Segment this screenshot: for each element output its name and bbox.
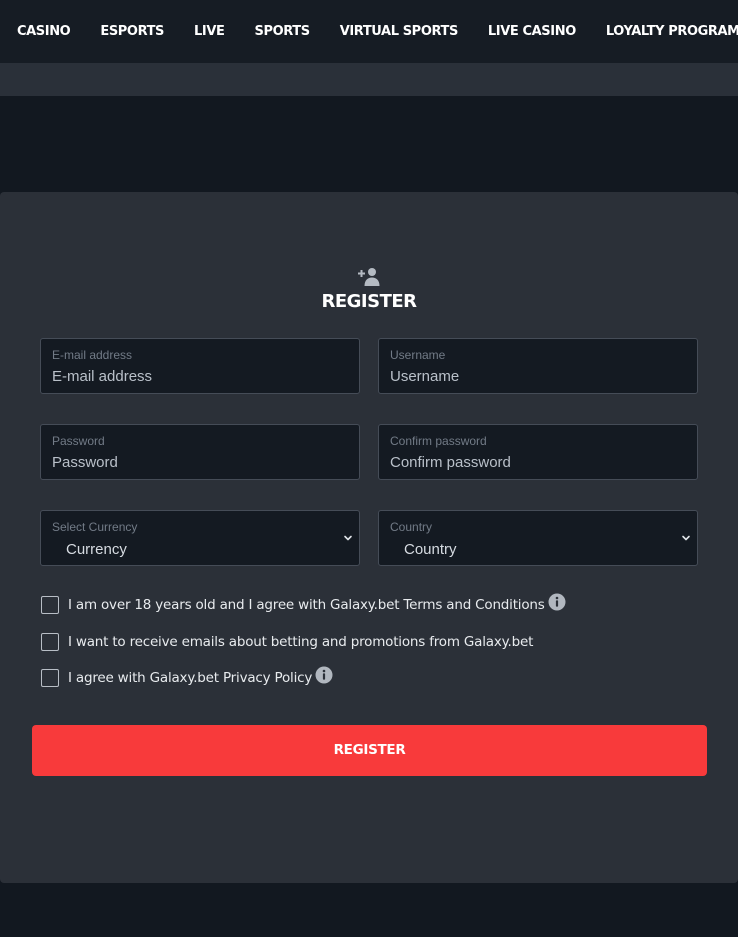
age-terms-row: I am over 18 years old and I agree with … xyxy=(41,593,566,614)
password-field-placeholder: Password xyxy=(52,454,118,471)
nav-item-esports[interactable]: ESPORTS xyxy=(100,24,164,39)
nav-item-live-casino[interactable]: LIVE CASINO xyxy=(488,24,576,39)
currency-select-label: Select Currency xyxy=(52,520,138,534)
privacy-row: I agree with Galaxy.bet Privacy Policy xyxy=(41,666,333,687)
nav-item-sports[interactable]: SPORTS xyxy=(255,24,311,39)
email-field-label: E-mail address xyxy=(52,348,133,362)
info-icon[interactable] xyxy=(548,593,566,611)
country-select-label: Country xyxy=(390,520,433,534)
age-terms-checkbox[interactable] xyxy=(41,596,59,614)
nav-item-casino[interactable]: CASINO xyxy=(17,24,71,39)
register-button[interactable]: REGISTER xyxy=(32,725,707,776)
confirm-password-field-label: Confirm password xyxy=(390,434,487,448)
register-title: REGISTER xyxy=(321,291,417,312)
username-field-label: Username xyxy=(390,348,446,362)
emails-label: I want to receive emails about betting a… xyxy=(68,634,534,650)
password-field-label: Password xyxy=(52,434,105,448)
privacy-checkbox[interactable] xyxy=(41,669,59,687)
currency-select-value: Currency xyxy=(66,541,127,558)
nav-item-virtual-sports[interactable]: VIRTUAL SPORTS xyxy=(340,24,459,39)
chevron-down-icon xyxy=(682,535,690,541)
email-field[interactable]: E-mail address E-mail address xyxy=(40,338,360,394)
email-field-placeholder: E-mail address xyxy=(52,368,153,385)
country-select[interactable]: Country Country xyxy=(378,510,698,566)
nav-item-loyalty-program[interactable]: LOYALTY PROGRAM xyxy=(606,24,738,39)
confirm-password-field[interactable]: Confirm password Confirm password xyxy=(378,424,698,480)
username-field-placeholder: Username xyxy=(390,368,460,385)
currency-select[interactable]: Select Currency Currency xyxy=(40,510,360,566)
password-field[interactable]: Password Password xyxy=(40,424,360,480)
chevron-down-icon xyxy=(344,535,352,541)
confirm-password-field-placeholder: Confirm password xyxy=(390,454,511,471)
username-field[interactable]: Username Username xyxy=(378,338,698,394)
info-icon[interactable] xyxy=(315,666,333,684)
add-user-icon xyxy=(358,268,380,286)
age-terms-label: I am over 18 years old and I agree with … xyxy=(68,597,545,613)
top-nav: CASINO ESPORTS LIVE SPORTS VIRTUAL SPORT… xyxy=(0,0,738,63)
nav-item-live[interactable]: LIVE xyxy=(194,24,225,39)
emails-row: I want to receive emails about betting a… xyxy=(41,633,533,651)
emails-checkbox[interactable] xyxy=(41,633,59,651)
country-select-value: Country xyxy=(404,541,457,558)
sub-bar xyxy=(0,63,738,96)
privacy-label: I agree with Galaxy.bet Privacy Policy xyxy=(68,670,313,686)
